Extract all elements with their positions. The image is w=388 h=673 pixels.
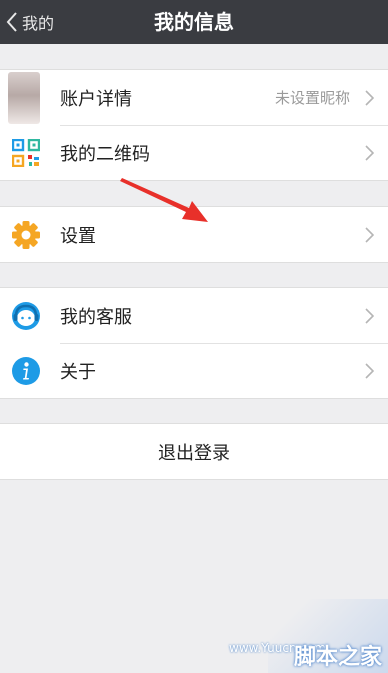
avatar-icon (8, 71, 40, 124)
customer-service-row[interactable]: 我的客服 (0, 288, 388, 343)
about-label: 关于 (60, 361, 96, 383)
logout-button[interactable]: 退出登录 (0, 424, 388, 479)
annotation-arrow-icon (120, 178, 208, 222)
qr-code-row[interactable]: 我的二维码 (0, 125, 388, 180)
settings-label: 设置 (60, 225, 96, 247)
logout-group: 退出登录 (0, 423, 388, 480)
chevron-right-icon (365, 307, 374, 324)
qr-code-label: 我的二维码 (60, 143, 150, 165)
top-bar: 我的 我的信息 (0, 0, 388, 44)
chevron-right-icon (365, 226, 374, 243)
nickname-value: 未设置昵称 (274, 89, 350, 107)
chevron-right-icon (365, 362, 374, 379)
customer-service-label: 我的客服 (60, 306, 132, 328)
customer-service-icon (12, 301, 40, 330)
account-details-label: 账户详情 (60, 88, 132, 110)
account-group: 账户详情 未设置昵称 我的二维码 (0, 69, 388, 181)
account-details-row[interactable]: 账户详情 未设置昵称 (0, 70, 388, 125)
page-title: 我的信息 (154, 10, 234, 34)
watermark-brand: 脚本之家 (293, 644, 382, 670)
qr-code-icon (12, 138, 40, 167)
support-group: 我的客服 关于 (0, 287, 388, 399)
about-row[interactable]: 关于 (0, 343, 388, 398)
gear-icon (12, 220, 40, 249)
chevron-right-icon (365, 89, 374, 106)
chevron-right-icon (365, 144, 374, 161)
info-icon (12, 356, 40, 385)
